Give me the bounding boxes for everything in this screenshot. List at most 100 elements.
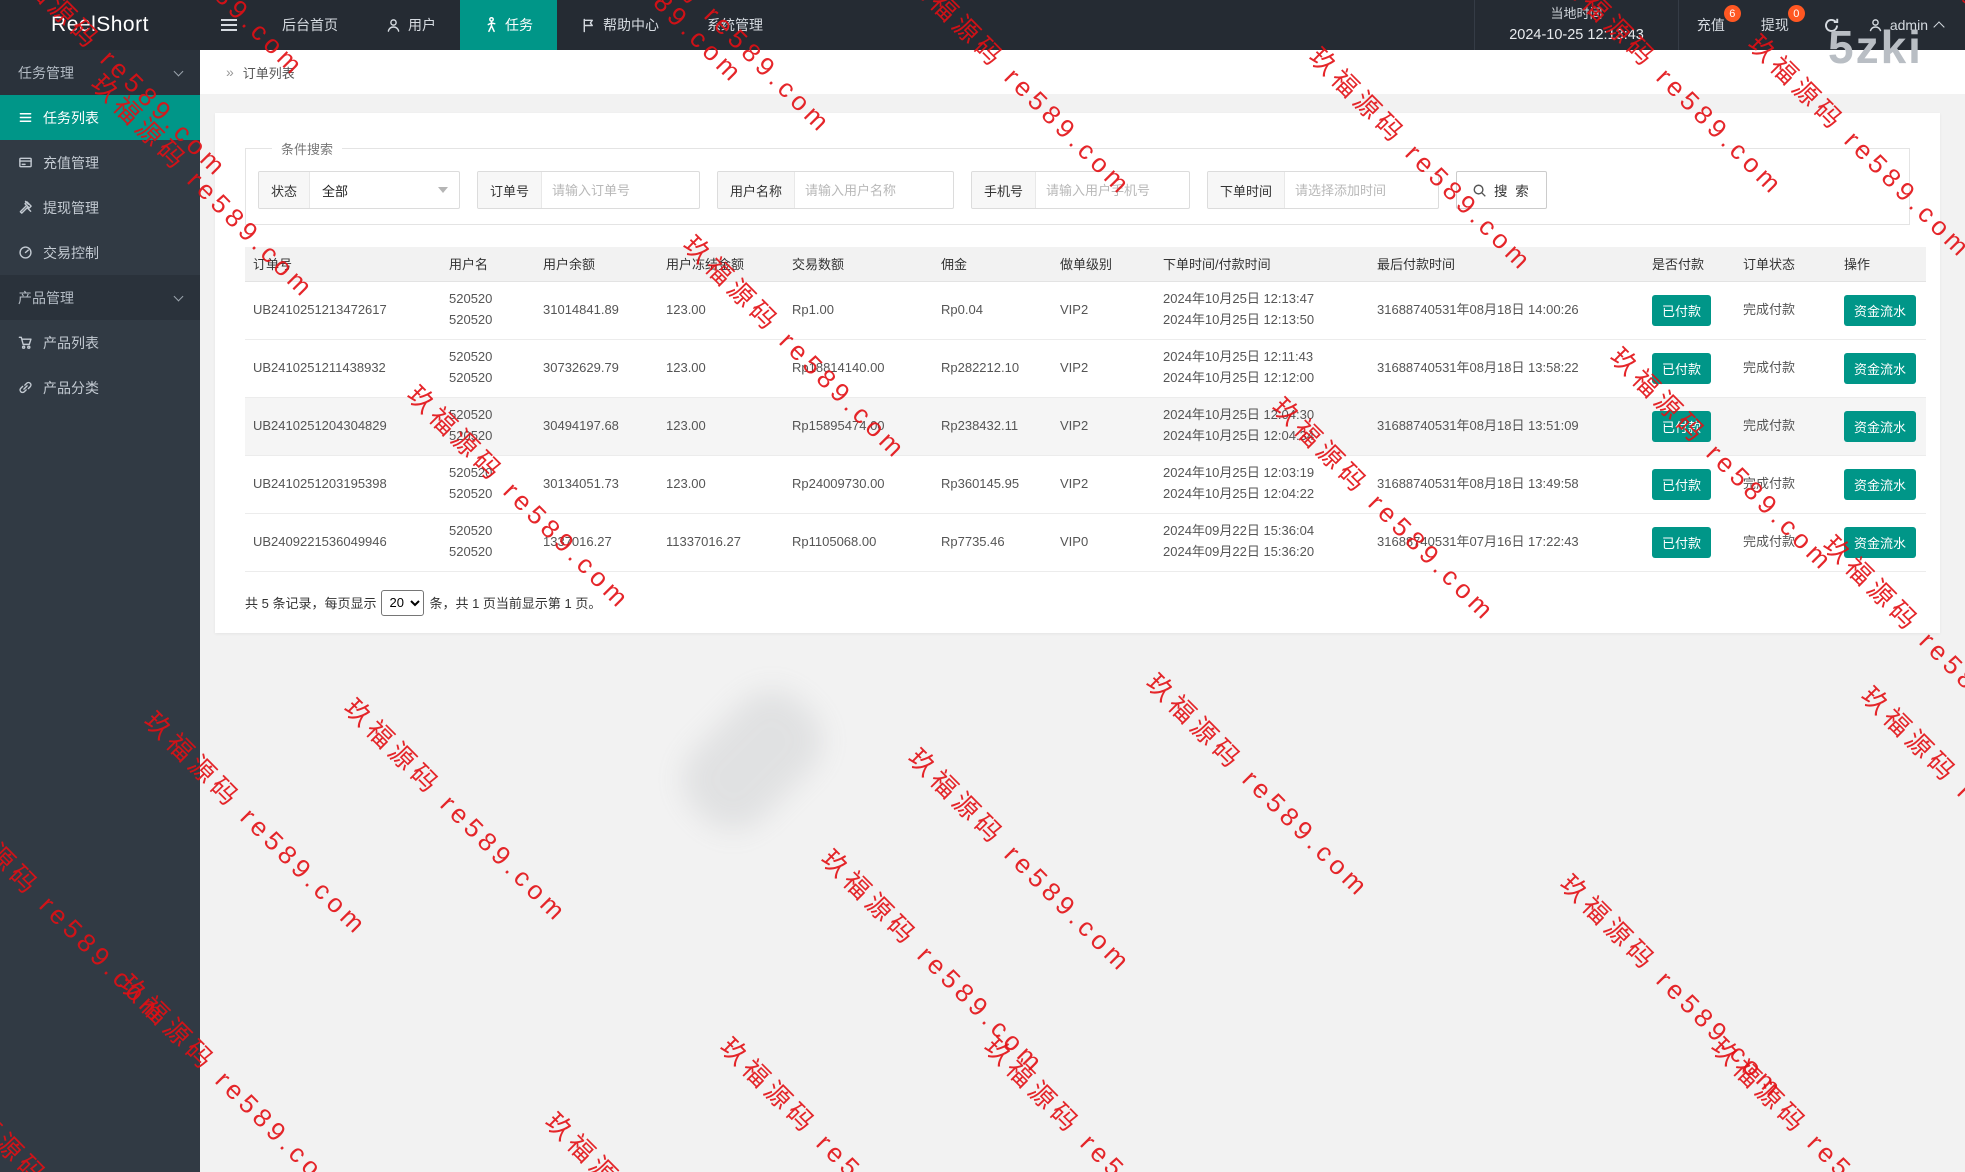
nav-item-用户[interactable]: 用户 bbox=[362, 0, 460, 50]
withdraw-button[interactable]: 提现 0 bbox=[1743, 0, 1807, 50]
filters-row: 状态全部订单号 用户名称 手机号 下单时间 搜 索 bbox=[258, 171, 1897, 209]
filter-手机号: 手机号 bbox=[971, 171, 1190, 209]
fund-flow-button[interactable]: 资金流水 bbox=[1844, 468, 1917, 500]
cell-commission: Rp0.04 bbox=[933, 281, 1052, 340]
cell-paid: 已付款 bbox=[1644, 397, 1735, 456]
cell-paid: 已付款 bbox=[1644, 455, 1735, 514]
search-panel-legend: 条件搜索 bbox=[281, 142, 334, 157]
paid-badge-button[interactable]: 已付款 bbox=[1652, 352, 1712, 384]
hamburger-icon bbox=[220, 18, 238, 32]
sidebar-item-产品列表[interactable]: 产品列表 bbox=[0, 320, 200, 365]
table-row: UB2410251203195398 520520 520520 3013405… bbox=[245, 455, 1926, 514]
cell-order-no: UB2409221536049946 bbox=[245, 513, 441, 572]
local-time-block: 当地时间 2024-10-25 12:13:43 bbox=[1474, 0, 1679, 50]
local-time-label: 当地时间 bbox=[1550, 5, 1603, 21]
filter-状态: 状态 全部 bbox=[258, 171, 460, 209]
cell-commission: Rp360145.95 bbox=[933, 455, 1052, 514]
nav-item-系统管理[interactable]: 系统管理 bbox=[683, 0, 787, 50]
status-select[interactable]: 全部 bbox=[310, 172, 459, 208]
nav-item-后台首页[interactable]: 后台首页 bbox=[258, 0, 362, 50]
page-size-select[interactable]: 20 bbox=[381, 589, 425, 616]
user-icon bbox=[1868, 18, 1883, 33]
table-row: UB2409221536049946 520520 520520 1337016… bbox=[245, 513, 1926, 572]
caret-down-icon bbox=[438, 187, 448, 193]
cell-commission: Rp238432.11 bbox=[933, 397, 1052, 456]
fund-flow-button[interactable]: 资金流水 bbox=[1844, 352, 1917, 384]
column-header: 用户余额 bbox=[535, 247, 658, 282]
cell-order-no: UB2410251211438932 bbox=[245, 339, 441, 398]
sidebar-item-任务列表[interactable]: 任务列表 bbox=[0, 95, 200, 140]
column-header: 下单时间/付款时间 bbox=[1155, 247, 1369, 282]
navbar-right: 当地时间 2024-10-25 12:13:43 充值 6 提现 0 admin bbox=[1474, 0, 1965, 50]
cell-frozen: 123.00 bbox=[658, 455, 784, 514]
cell-order-no: UB2410251204304829 bbox=[245, 397, 441, 456]
cell-amount: Rp18814140.00 bbox=[784, 339, 933, 398]
sidebar: 任务管理 任务列表 充值管理 提现管理 交易控制 产品管理 产品列表 产品分类 bbox=[0, 50, 200, 1172]
withdraw-icon bbox=[18, 200, 33, 215]
user-menu[interactable]: admin bbox=[1856, 0, 1965, 50]
cell-level: VIP2 bbox=[1052, 281, 1155, 340]
cell-amount: Rp15895474.00 bbox=[784, 397, 933, 456]
cell-order-time: 2024年10月25日 12:11:43 2024年10月25日 12:12:0… bbox=[1155, 339, 1369, 398]
pagination: 共 5 条记录，每页显示 20 条，共 1 页当前显示第 1 页。 bbox=[245, 589, 1910, 616]
filter-input-订单号[interactable] bbox=[542, 172, 699, 208]
chevron-down-icon bbox=[173, 291, 184, 301]
paid-badge-button[interactable]: 已付款 bbox=[1652, 294, 1712, 326]
fund-flow-button[interactable]: 资金流水 bbox=[1844, 410, 1917, 442]
sidebar-toggle-button[interactable] bbox=[200, 0, 258, 50]
cell-last-pay-time: 31688740531年08月18日 13:58:22 bbox=[1369, 339, 1644, 398]
orders-card: 条件搜索 状态全部订单号 用户名称 手机号 下单时间 搜 索 订单号用户名用户余额用户… bbox=[215, 113, 1940, 633]
cell-paid: 已付款 bbox=[1644, 513, 1735, 572]
cell-status: 完成付款 bbox=[1735, 455, 1836, 514]
nav-item-帮助中心[interactable]: 帮助中心 bbox=[557, 0, 683, 50]
sidebar-item-交易控制[interactable]: 交易控制 bbox=[0, 230, 200, 275]
filter-input-手机号[interactable] bbox=[1036, 172, 1189, 208]
cell-order-time: 2024年10月25日 12:04:30 2024年10月25日 12:04:3… bbox=[1155, 397, 1369, 456]
paid-badge-button[interactable]: 已付款 bbox=[1652, 526, 1712, 558]
cell-action: 资金流水 bbox=[1836, 281, 1926, 340]
cell-amount: Rp24009730.00 bbox=[784, 455, 933, 514]
nav-menu: 后台首页 用户 任务 帮助中心 系统管理 bbox=[258, 0, 787, 50]
cell-level: VIP2 bbox=[1052, 397, 1155, 456]
username: admin bbox=[1889, 17, 1928, 33]
filter-label: 订单号 bbox=[478, 172, 543, 208]
cell-frozen: 123.00 bbox=[658, 339, 784, 398]
smudge-artifact bbox=[665, 673, 840, 847]
filter-下单时间: 下单时间 bbox=[1207, 171, 1439, 209]
sidebar-item-充值管理[interactable]: 充值管理 bbox=[0, 140, 200, 185]
recharge-icon bbox=[18, 155, 33, 170]
cell-level: VIP2 bbox=[1052, 339, 1155, 398]
cell-action: 资金流水 bbox=[1836, 455, 1926, 514]
fund-flow-button[interactable]: 资金流水 bbox=[1844, 526, 1917, 558]
paid-badge-button[interactable]: 已付款 bbox=[1652, 468, 1712, 500]
paid-badge-button[interactable]: 已付款 bbox=[1652, 410, 1712, 442]
search-icon bbox=[1472, 183, 1487, 198]
cell-level: VIP0 bbox=[1052, 513, 1155, 572]
list-icon bbox=[18, 110, 33, 125]
cell-status: 完成付款 bbox=[1735, 339, 1836, 398]
cell-status: 完成付款 bbox=[1735, 281, 1836, 340]
filter-input-用户名称[interactable] bbox=[795, 172, 953, 208]
fund-flow-button[interactable]: 资金流水 bbox=[1844, 294, 1917, 326]
search-panel: 条件搜索 状态全部订单号 用户名称 手机号 下单时间 搜 索 bbox=[245, 139, 1910, 225]
filter-label: 手机号 bbox=[972, 172, 1037, 208]
sidebar-item-产品分类[interactable]: 产品分类 bbox=[0, 365, 200, 410]
column-header: 佣金 bbox=[933, 247, 1052, 282]
search-button[interactable]: 搜 索 bbox=[1456, 171, 1547, 209]
sidebar-group-任务管理[interactable]: 任务管理 bbox=[0, 50, 200, 95]
sidebar-item-提现管理[interactable]: 提现管理 bbox=[0, 185, 200, 230]
filter-label: 状态 bbox=[259, 172, 311, 208]
refresh-button[interactable] bbox=[1807, 0, 1856, 50]
control-icon bbox=[18, 245, 33, 260]
cell-balance: 30494197.68 bbox=[535, 397, 658, 456]
recharge-button[interactable]: 充值 6 bbox=[1679, 0, 1743, 50]
nav-item-任务[interactable]: 任务 bbox=[460, 0, 557, 50]
cell-commission: Rp7735.46 bbox=[933, 513, 1052, 572]
cell-balance: 31014841.89 bbox=[535, 281, 658, 340]
cell-paid: 已付款 bbox=[1644, 281, 1735, 340]
chevron-up-icon bbox=[1933, 21, 1945, 33]
cell-order-time: 2024年10月25日 12:03:19 2024年10月25日 12:04:2… bbox=[1155, 455, 1369, 514]
sidebar-group-产品管理[interactable]: 产品管理 bbox=[0, 275, 200, 320]
table-row: UB2410251213472617 520520 520520 3101484… bbox=[245, 281, 1926, 340]
filter-input-下单时间[interactable] bbox=[1285, 172, 1438, 208]
